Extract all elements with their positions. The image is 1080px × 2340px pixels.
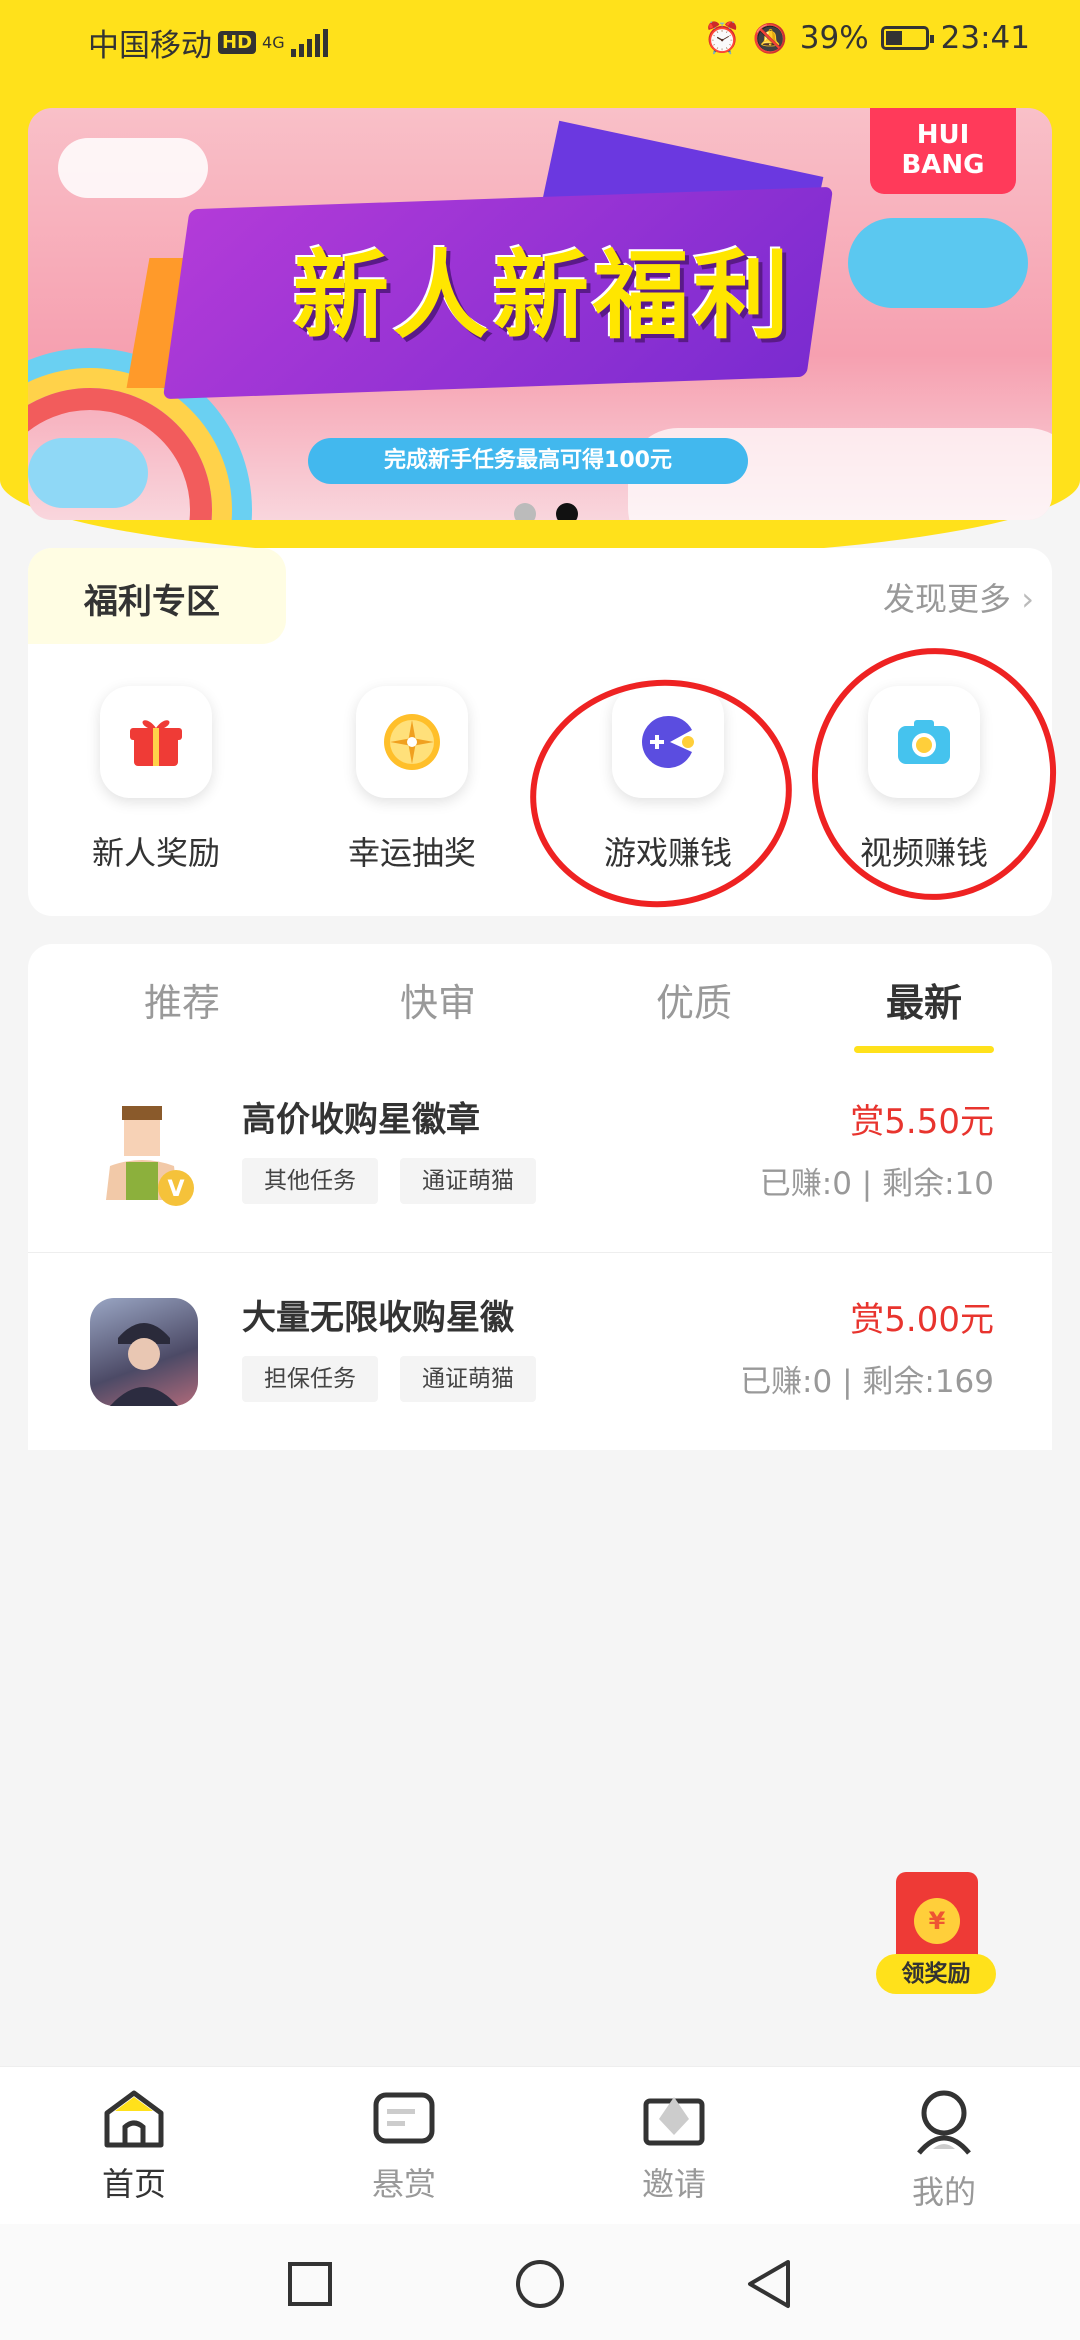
claim-reward-button[interactable]: ¥ 领奖励 (872, 1854, 1000, 2004)
banner-subtitle: 完成新手任务最高可得100元 (308, 438, 748, 484)
task-list-section: 推荐 快审 优质 最新 V 高价收购星徽章 其他任务 通证萌猫 赏5.50元 已… (28, 944, 1052, 1450)
welfare-item-label: 幸运抽奖 (347, 834, 476, 872)
banner-title: 新人新福利 (293, 240, 793, 352)
task-tag: 担保任务 (242, 1356, 378, 1402)
back-triangle-icon[interactable] (744, 2258, 796, 2310)
alarm-icon: ⏰ (703, 20, 741, 56)
tab-latest[interactable]: 最新 (834, 972, 1014, 1027)
person-photo-avatar (90, 1298, 198, 1406)
task-tag: 通证萌猫 (400, 1158, 536, 1204)
carousel-dot-active[interactable] (556, 503, 578, 520)
nav-profile[interactable]: 我的 (874, 2087, 1014, 2213)
battery-icon (880, 26, 934, 50)
welfare-item-label: 新人奖励 (91, 834, 220, 872)
nav-label: 悬赏 (371, 2165, 436, 2203)
nav-label: 邀请 (641, 2165, 706, 2203)
task-row[interactable]: V 高价收购星徽章 其他任务 通证萌猫 赏5.50元 已赚:0 | 剩余:10 (28, 1054, 1052, 1252)
farmer-vip-avatar: V (90, 1100, 198, 1208)
coin-icon: ¥ (914, 1898, 960, 1944)
promo-banner[interactable]: 新人新福利 完成新手任务最高可得100元 HUI BANG (28, 108, 1052, 520)
network-type: 4G (262, 32, 285, 52)
chevron-right-icon: › (1021, 580, 1034, 618)
cloud-decoration (28, 438, 148, 508)
nav-home[interactable]: 首页 (64, 2087, 204, 2205)
task-tag: 其他任务 (242, 1158, 378, 1204)
tab-recommend[interactable]: 推荐 (92, 972, 272, 1027)
bounty-icon (373, 2092, 435, 2144)
welfare-item-lucky-draw[interactable]: 幸运抽奖 (332, 686, 492, 874)
home-icon (104, 2090, 164, 2148)
system-nav-bar (0, 2224, 1080, 2340)
mute-bell-icon: 🔕 (752, 21, 788, 55)
discover-more-link[interactable]: 发现更多 › (883, 574, 1034, 620)
carrier-name: 中国移动 (88, 28, 212, 64)
brand-logo: HUI BANG (870, 108, 1016, 194)
nav-invite[interactable]: 邀请 (604, 2087, 744, 2205)
task-reward: 赏5.00元 (850, 1300, 994, 1340)
home-circle-icon[interactable] (514, 2258, 566, 2310)
gift-icon (100, 686, 212, 798)
svg-text:V: V (167, 1177, 184, 1202)
lucky-wheel-icon (356, 686, 468, 798)
nav-label: 我的 (911, 2173, 976, 2211)
welfare-title: 福利专区 (84, 582, 220, 622)
task-stats: 已赚:0 | 剩余:10 (759, 1166, 994, 1202)
nav-bounty[interactable]: 悬赏 (334, 2087, 474, 2205)
welfare-item-new-user-reward[interactable]: 新人奖励 (76, 686, 236, 874)
invite-icon (643, 2097, 705, 2146)
recent-apps-icon[interactable] (286, 2260, 334, 2308)
claim-reward-label: 领奖励 (876, 1954, 996, 1994)
status-bar: 中国移动 HD 4G ⏰ 🔕 39% 23:41 (0, 0, 1080, 84)
active-tab-indicator (854, 1046, 994, 1053)
task-reward: 赏5.50元 (850, 1102, 994, 1142)
carousel-dot[interactable] (514, 503, 536, 520)
tab-quality[interactable]: 优质 (604, 972, 784, 1027)
hd-badge: HD (218, 31, 257, 54)
tab-quick-review[interactable]: 快审 (348, 972, 528, 1027)
task-title: 高价收购星徽章 (242, 1100, 480, 1140)
signal-icon (290, 28, 328, 57)
nav-label: 首页 (101, 2165, 166, 2203)
cloud-decoration (58, 138, 208, 198)
task-row[interactable]: 大量无限收购星徽 担保任务 通证萌猫 赏5.00元 已赚:0 | 剩余:169 (28, 1252, 1052, 1450)
task-stats: 已赚:0 | 剩余:169 (740, 1364, 994, 1400)
profile-icon (917, 2090, 971, 2155)
task-tag: 通证萌猫 (400, 1356, 536, 1402)
discover-more-label: 发现更多 (883, 580, 1012, 618)
cloud-decoration (848, 218, 1028, 308)
bottom-nav: 首页 悬赏 邀请 我的 (0, 2066, 1080, 2225)
battery-percent: 39% (799, 20, 869, 56)
task-title: 大量无限收购星徽 (242, 1298, 514, 1338)
clock: 23:41 (940, 20, 1030, 56)
